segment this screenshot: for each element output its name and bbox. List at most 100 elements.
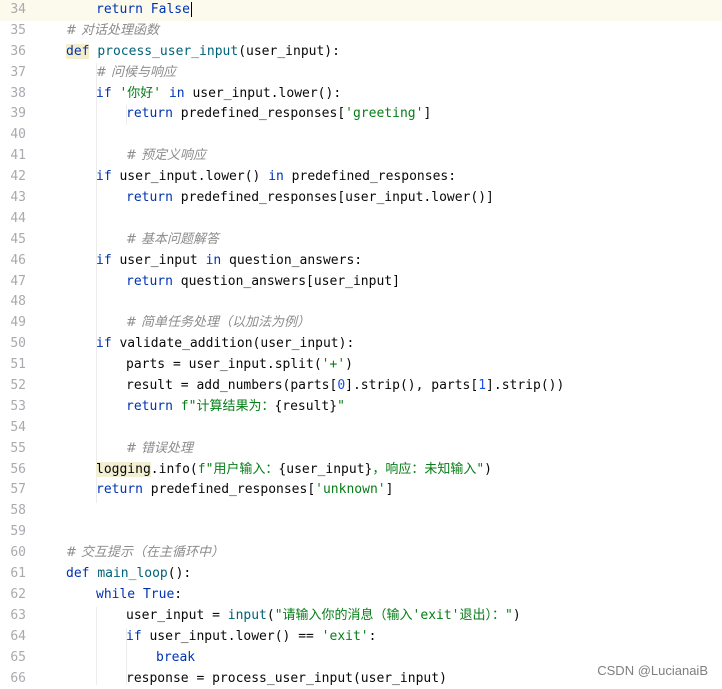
code-text[interactable]: break xyxy=(156,648,195,669)
line-number: 66 xyxy=(0,669,26,689)
code-line[interactable]: 61def main_loop(): xyxy=(0,564,722,585)
line-number: 59 xyxy=(0,522,26,543)
line-number: 54 xyxy=(0,418,26,439)
code-line[interactable]: 35# 对话处理函数 xyxy=(0,21,722,42)
code-token: # 对话处理函数 xyxy=(66,23,159,38)
code-text[interactable]: return predefined_responses[user_input.l… xyxy=(126,188,494,209)
code-line[interactable]: 50 if validate_addition(user_input): xyxy=(0,334,722,355)
code-editor[interactable]: 34return False35# 对话处理函数36 def process_us… xyxy=(0,0,722,685)
code-line[interactable]: 45 # 基本问题解答 xyxy=(0,230,722,251)
code-token: f"计算结果为： xyxy=(181,399,275,414)
code-text[interactable]: parts = user_input.split('+') xyxy=(126,355,353,376)
code-text[interactable]: if user_input in question_answers: xyxy=(96,251,362,272)
code-line[interactable]: 36 def process_user_input(user_input): xyxy=(0,42,722,63)
line-number: 55 xyxy=(0,439,26,460)
code-line[interactable]: 37# 问候与响应 xyxy=(0,63,722,84)
code-line[interactable]: 57return predefined_responses['unknown'] xyxy=(0,480,722,501)
code-line[interactable]: 44 xyxy=(0,209,722,230)
code-token: return xyxy=(126,399,173,414)
code-line[interactable]: 49# 简单任务处理（以加法为例） xyxy=(0,313,722,334)
code-line[interactable]: 52 result = add_numbers(parts[0].strip(),… xyxy=(0,376,722,397)
code-token: while xyxy=(96,587,135,602)
line-number: 36 xyxy=(0,42,26,63)
watermark: CSDN @LucianaiB xyxy=(597,663,708,678)
code-text[interactable]: if validate_addition(user_input): xyxy=(96,334,354,355)
code-text[interactable]: # 简单任务处理（以加法为例） xyxy=(126,313,310,334)
code-text[interactable]: # 对话处理函数 xyxy=(66,21,159,42)
code-line[interactable]: 63user_input = input("请输入你的消息（输入'exit'退出… xyxy=(0,606,722,627)
code-line[interactable]: 40 xyxy=(0,125,722,146)
code-text[interactable]: # 问候与响应 xyxy=(96,63,176,84)
code-text[interactable]: # 基本问题解答 xyxy=(126,230,219,251)
code-line[interactable]: 55 # 错误处理 xyxy=(0,439,722,460)
code-token: user_input = xyxy=(126,608,228,623)
line-number: 60 xyxy=(0,543,26,564)
code-token: ].strip()) xyxy=(486,378,564,393)
code-line[interactable]: 64if user_input.lower() == 'exit': xyxy=(0,627,722,648)
code-text[interactable]: if '你好' in user_input.lower(): xyxy=(96,84,341,105)
code-text[interactable]: return False xyxy=(96,0,192,21)
code-token: ) xyxy=(484,462,492,477)
code-token: True xyxy=(143,587,174,602)
code-token: ].strip(), parts[ xyxy=(345,378,478,393)
code-text[interactable]: while True: xyxy=(96,585,182,606)
code-line[interactable]: 62while True: xyxy=(0,585,722,606)
code-text[interactable]: if user_input.lower() == 'exit': xyxy=(126,627,376,648)
code-text[interactable]: user_input = input("请输入你的消息（输入'exit'退出）：… xyxy=(126,606,521,627)
code-line[interactable]: 54 xyxy=(0,418,722,439)
code-token: if xyxy=(96,253,112,268)
code-token: False xyxy=(151,2,190,17)
code-line[interactable]: 48 xyxy=(0,292,722,313)
code-text[interactable]: # 错误处理 xyxy=(126,439,193,460)
code-token: "请输入你的消息（输入'exit'退出）：" xyxy=(275,608,513,623)
code-line[interactable]: 60 # 交互提示（在主循环中） xyxy=(0,543,722,564)
code-text[interactable]: def process_user_input(user_input): xyxy=(66,42,340,63)
code-line[interactable]: 56logging.info(f"用户输入：{user_input}，响应：未知… xyxy=(0,460,722,481)
code-line[interactable]: 38 if '你好' in user_input.lower(): xyxy=(0,84,722,105)
code-token: 'greeting' xyxy=(345,106,423,121)
code-text[interactable]: def main_loop(): xyxy=(66,564,191,585)
code-token: '+' xyxy=(322,357,345,372)
code-text[interactable]: return predefined_responses['greeting'] xyxy=(126,104,431,125)
line-number: 50 xyxy=(0,334,26,355)
code-token: process_user_input xyxy=(97,44,238,59)
code-text[interactable]: logging.info(f"用户输入：{user_input}，响应：未知输入… xyxy=(96,460,492,481)
code-token: response = process_user_input(user_input… xyxy=(126,671,447,686)
code-token: " xyxy=(337,399,345,414)
code-token: validate_addition(user_input): xyxy=(112,336,355,351)
code-text[interactable]: return predefined_responses['unknown'] xyxy=(96,480,393,501)
code-line[interactable]: 34return False xyxy=(0,0,722,21)
code-line[interactable]: 42if user_input.lower() in predefined_re… xyxy=(0,167,722,188)
code-token: user_input.lower() == xyxy=(142,629,322,644)
code-token xyxy=(135,587,143,602)
code-line[interactable]: 51parts = user_input.split('+') xyxy=(0,355,722,376)
code-text[interactable]: return question_answers[user_input] xyxy=(126,272,400,293)
code-token: # 错误处理 xyxy=(126,441,193,456)
code-text[interactable]: # 预定义响应 xyxy=(126,146,206,167)
code-line[interactable]: 47return question_answers[user_input] xyxy=(0,272,722,293)
code-token: user_input xyxy=(112,253,206,268)
code-text[interactable]: response = process_user_input(user_input… xyxy=(126,669,447,689)
code-line[interactable]: 46if user_input in question_answers: xyxy=(0,251,722,272)
code-token: in xyxy=(206,253,222,268)
code-token: if xyxy=(96,86,112,101)
line-number: 38 xyxy=(0,84,26,105)
code-text[interactable]: return f"计算结果为：{result}" xyxy=(126,397,345,418)
line-number: 52 xyxy=(0,376,26,397)
code-token: break xyxy=(156,650,195,665)
code-token: {user_input} xyxy=(278,462,372,477)
code-line[interactable]: 41# 预定义响应 xyxy=(0,146,722,167)
code-line[interactable]: 43return predefined_responses[user_input… xyxy=(0,188,722,209)
code-token: if xyxy=(126,629,142,644)
code-line[interactable]: 59 xyxy=(0,522,722,543)
code-token: user_input.lower() xyxy=(112,169,269,184)
line-number: 45 xyxy=(0,230,26,251)
code-line[interactable]: 58 xyxy=(0,501,722,522)
code-token: parts = user_input.split( xyxy=(126,357,322,372)
code-line[interactable]: 39return predefined_responses['greeting'… xyxy=(0,104,722,125)
code-token: 'exit' xyxy=(322,629,369,644)
code-line[interactable]: 53return f"计算结果为：{result}" xyxy=(0,397,722,418)
code-text[interactable]: # 交互提示（在主循环中） xyxy=(66,543,224,564)
code-text[interactable]: result = add_numbers(parts[0].strip(), p… xyxy=(126,376,564,397)
code-text[interactable]: if user_input.lower() in predefined_resp… xyxy=(96,167,456,188)
